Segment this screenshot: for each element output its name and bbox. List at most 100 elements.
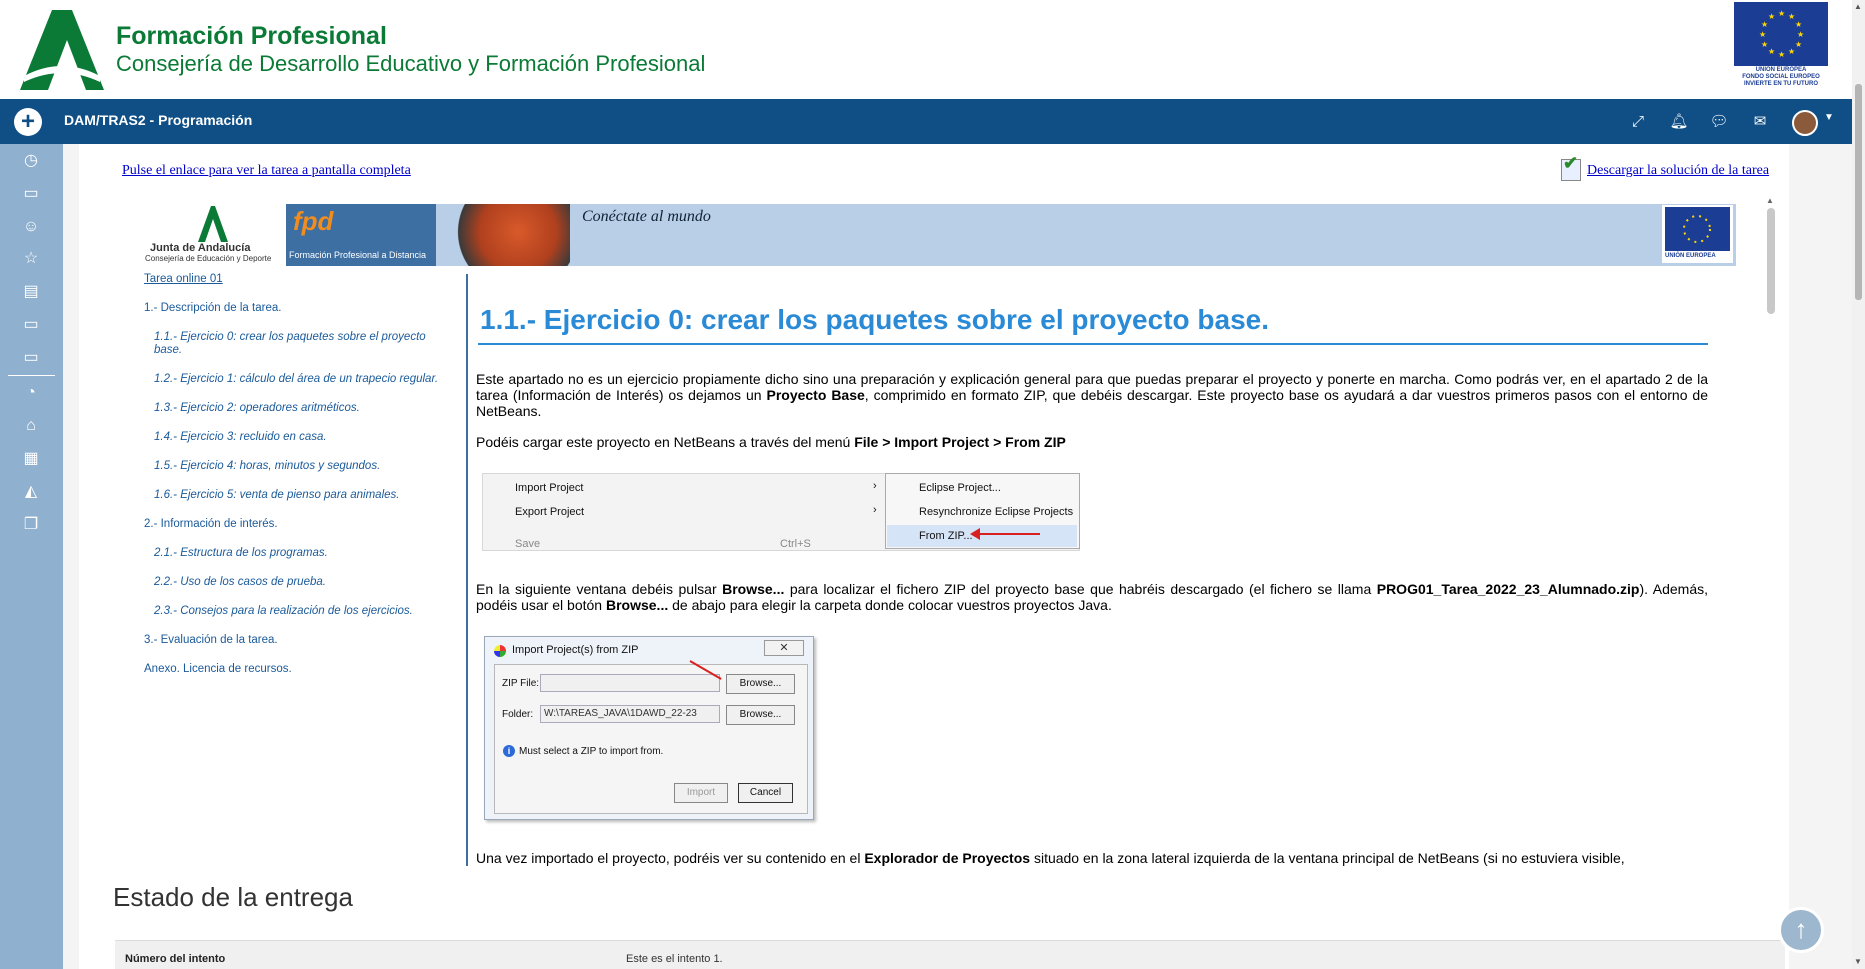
toc-item[interactable]: 1.2.- Ejercicio 1: cálculo del área de u… xyxy=(154,373,438,385)
import-button: Import xyxy=(674,783,728,803)
toc-item[interactable]: 2.3.- Consejos para la realización de lo… xyxy=(154,605,413,617)
menu-save: Save xyxy=(515,538,541,550)
toc-divider xyxy=(466,274,468,866)
page-scroll-thumb[interactable] xyxy=(1855,84,1862,300)
folder-icon[interactable]: ▭ xyxy=(20,347,42,369)
folder-field: W:\TAREAS_JAVA\1DAWD_22-23 xyxy=(540,705,720,723)
browse-paragraph: En la siguiente ventana debéis pulsar Br… xyxy=(476,581,1708,613)
scroll-down-icon[interactable]: ▼ xyxy=(1854,957,1862,966)
red-arrow-icon xyxy=(974,533,1040,535)
svg-text:★: ★ xyxy=(1778,9,1785,18)
menu-save-shortcut: Ctrl+S xyxy=(780,538,811,550)
chevron-right-icon: › xyxy=(873,504,877,516)
iframe-scroll-thumb[interactable] xyxy=(1767,208,1775,314)
toc-item[interactable]: 1.1.- Ejercicio 0: crear los paquetes so… xyxy=(154,331,426,343)
cancel-button: Cancel xyxy=(738,783,793,803)
brand-title: Formación Profesional xyxy=(116,22,387,50)
svg-text:★: ★ xyxy=(1759,30,1766,39)
main-content xyxy=(79,144,1789,969)
dashboard-icon[interactable]: ◔ xyxy=(20,382,42,404)
expand-icon[interactable]: ⤢ xyxy=(1627,111,1649,133)
scroll-up-icon[interactable]: ▲ xyxy=(1766,196,1774,205)
download-solution-link[interactable]: Descargar la solución de la tarea xyxy=(1587,163,1769,179)
clock-icon[interactable]: ◷ xyxy=(20,150,42,172)
dialog-title: Import Project(s) from ZIP xyxy=(512,644,639,656)
avatar[interactable] xyxy=(1792,110,1818,136)
chat-icon[interactable]: 💬︎ xyxy=(1708,111,1730,133)
book-icon[interactable]: ▤ xyxy=(20,281,42,303)
submission-status-title: Estado de la entrega xyxy=(113,882,353,912)
menu-paragraph: Podéis cargar este proyecto en NetBeans … xyxy=(476,434,1066,450)
attempt-number-label: Número del intento xyxy=(125,953,226,965)
folder-label: Folder: xyxy=(502,709,534,720)
svg-text:★: ★ xyxy=(1761,40,1768,49)
toc-title[interactable]: Tarea online 01 xyxy=(144,273,223,285)
chevron-down-icon[interactable]: ▼ xyxy=(1824,112,1834,123)
toc-item[interactable]: 2.- Información de interés. xyxy=(144,518,278,530)
toc-item[interactable]: 3.- Evaluación de la tarea. xyxy=(144,634,278,646)
dialog-info-text: Must select a ZIP to import from. xyxy=(519,746,664,757)
section-heading: 1.1.- Ejercicio 0: crear los paquetes so… xyxy=(480,304,1270,335)
banner-slogan: Conéctate al mundo xyxy=(582,208,711,225)
andalucia-logo[interactable] xyxy=(20,10,104,90)
toc-item[interactable]: 2.1.- Estructura de los programas. xyxy=(154,547,328,559)
brand-subtitle: Consejería de Desarrollo Educativo y For… xyxy=(116,51,706,76)
submenu-resync: Resynchronize Eclipse Projects xyxy=(919,506,1074,518)
home-icon[interactable]: ⌂ xyxy=(20,415,42,437)
fpd-logo: fpd xyxy=(293,206,334,236)
red-arrowhead-icon xyxy=(970,528,980,540)
fullscreen-task-link[interactable]: Pulse el enlace para ver la tarea a pant… xyxy=(122,163,411,179)
heading-rule xyxy=(478,343,1708,345)
add-block-button[interactable]: + xyxy=(14,108,42,136)
chevron-right-icon: › xyxy=(873,480,877,492)
svg-text:★: ★ xyxy=(1768,12,1775,21)
sidebar-divider xyxy=(8,375,55,376)
mail-icon[interactable]: ✉ xyxy=(1749,111,1771,133)
folder-icon[interactable]: ▭ xyxy=(20,183,42,205)
graduation-icon[interactable]: ◭ xyxy=(20,481,42,503)
svg-text:★: ★ xyxy=(1778,50,1785,59)
folder-icon[interactable]: ▭ xyxy=(20,314,42,336)
svg-text:★: ★ xyxy=(1795,40,1802,49)
menu-export-project: Export Project xyxy=(515,506,585,518)
checkmark-icon: ✔ xyxy=(1563,153,1579,173)
submenu-highlight xyxy=(887,525,1077,547)
bell-icon[interactable]: 🔔︎ xyxy=(1668,111,1690,133)
junta-logo-icon xyxy=(198,206,228,242)
attempt-number-value: Este es el intento 1. xyxy=(626,953,723,965)
star-icon[interactable]: ☆ xyxy=(20,248,42,270)
banner-eu-caption: UNIÓN EUROPEA xyxy=(1665,253,1716,259)
toc-item[interactable]: 2.2.- Uso de los casos de prueba. xyxy=(154,576,326,588)
users-icon[interactable]: ☺ xyxy=(20,216,42,238)
files-icon[interactable]: ❐ xyxy=(20,514,42,536)
toc-item[interactable]: Anexo. Licencia de recursos. xyxy=(144,663,292,675)
info-icon: i xyxy=(503,745,515,757)
back-to-top-button[interactable]: ↑ xyxy=(1778,907,1824,953)
svg-text:★: ★ xyxy=(1761,20,1768,29)
toc-item[interactable]: base. xyxy=(154,344,182,356)
toc-item[interactable]: 1.4.- Ejercicio 3: recluido en casa. xyxy=(154,431,327,443)
fpd-caption: Formación Profesional a Distancia xyxy=(289,250,427,260)
zip-file-label: ZIP File: xyxy=(502,678,540,689)
submenu-eclipse-project: Eclipse Project... xyxy=(919,482,1001,494)
zip-file-field xyxy=(540,674,720,692)
browse-folder-button: Browse... xyxy=(726,705,795,725)
submenu-from-zip: From ZIP... xyxy=(919,530,973,542)
toc-item[interactable]: 1.- Descripción de la tarea. xyxy=(144,302,281,314)
scroll-up-icon[interactable]: ▲ xyxy=(1854,2,1862,11)
calendar-icon[interactable]: ▦ xyxy=(20,448,42,470)
menu-import-project: Import Project xyxy=(515,482,584,494)
intro-paragraph: Este apartado no es un ejercicio propiam… xyxy=(476,371,1708,419)
toc-item[interactable]: 1.3.- Ejercicio 2: operadores aritmético… xyxy=(154,402,360,414)
headphones-image xyxy=(440,204,570,266)
svg-text:★: ★ xyxy=(1797,30,1804,39)
top-navbar xyxy=(0,99,1852,144)
submission-status-table xyxy=(115,940,1785,969)
eu-flag-icon xyxy=(1665,207,1730,251)
eu-flag-icon: ★ ★ ★ ★ ★ ★ ★ ★ ★ ★ ★ ★ xyxy=(1734,2,1828,66)
course-title[interactable]: DAM/TRAS2 - Programación xyxy=(64,112,252,128)
toc-item[interactable]: 1.5.- Ejercicio 4: horas, minutos y segu… xyxy=(154,460,380,472)
toc-item[interactable]: 1.6.- Ejercicio 5: venta de pienso para … xyxy=(154,489,399,501)
svg-text:★: ★ xyxy=(1788,47,1795,56)
explorer-paragraph: Una vez importado el proyecto, podréis v… xyxy=(476,850,1625,866)
